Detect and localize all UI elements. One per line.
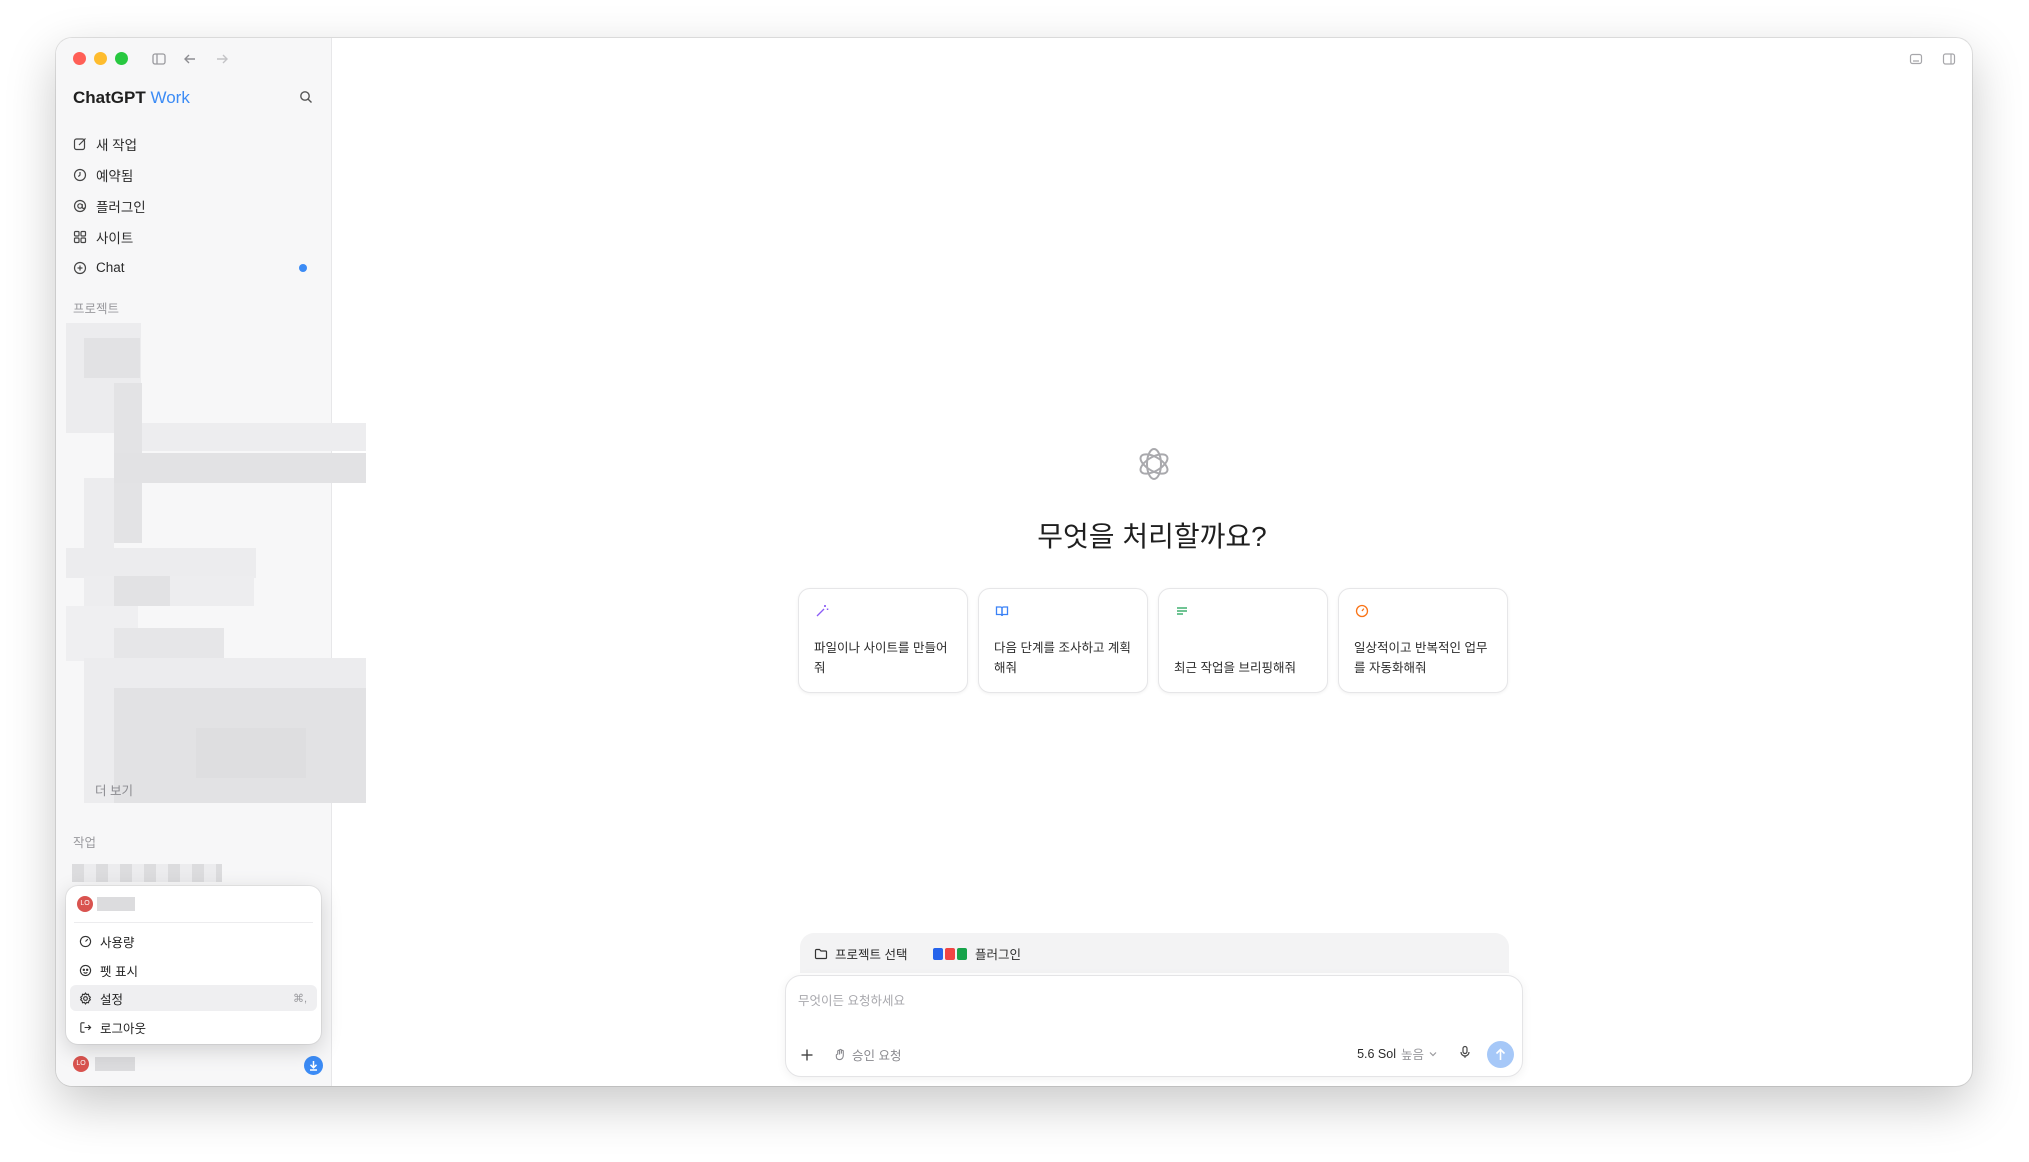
menu-item-usage[interactable]: 사용량: [70, 928, 317, 954]
account-name-obscured: [97, 897, 135, 911]
account-menu-header: LO: [77, 896, 135, 912]
sidebar-item-sites[interactable]: 사이트: [73, 221, 318, 252]
edit-icon: [73, 137, 86, 150]
chat-plus-icon: [73, 261, 87, 274]
terminal-panel-icon[interactable]: [1909, 52, 1923, 66]
plugin-docs-icon: [933, 947, 943, 960]
sidebar-item-new-task[interactable]: 새 작업: [73, 128, 318, 159]
plugins-button[interactable]: 플러그인: [933, 944, 1021, 963]
model-selector[interactable]: 5.6 Sol 높음: [1357, 1044, 1438, 1063]
sidebar-item-label: 플러그인: [96, 199, 146, 215]
chevron-down-icon: [1429, 1051, 1437, 1056]
microphone-icon: [1460, 1045, 1470, 1058]
logout-icon: [80, 1021, 92, 1033]
pet-icon: [79, 964, 92, 976]
grid-icon: [73, 230, 87, 243]
gear-icon: [79, 991, 92, 1005]
page-title: 무엇을 처리할까요?: [1037, 521, 1267, 552]
toggle-sidebar-icon[interactable]: [152, 52, 166, 66]
suggestion-card-research[interactable]: 다음 단계를 조사하고 계획해줘: [978, 588, 1148, 693]
brand-suffix: Work: [150, 88, 190, 107]
sidebar: ChatGPT Work 새 작업 예약됨 플러그인 사이트 Chat 프로젝트…: [56, 38, 366, 1086]
task-item-obscured[interactable]: [72, 864, 222, 882]
suggestion-card-create[interactable]: 파일이나 사이트를 만들어 줘: [798, 588, 968, 693]
sidebar-item-label: 예약됨: [96, 168, 134, 184]
gauge-icon: [79, 935, 92, 947]
effort-label: 높음: [1400, 1048, 1424, 1062]
list-icon: [1177, 607, 1187, 615]
openai-logo-icon: [1139, 448, 1169, 480]
approval-toggle[interactable]: 승인 요청: [834, 1045, 901, 1064]
suggestion-card-automate[interactable]: 일상적이고 반복적인 업무를 자동화해줘: [1338, 588, 1508, 693]
minimize-window-button[interactable]: [94, 52, 107, 65]
download-icon: [309, 1061, 318, 1071]
composer: 무엇이든 요청하세요 승인 요청 5.6 Sol 높음: [785, 975, 1523, 1077]
username-obscured: [95, 1057, 135, 1071]
app-window: ChatGPT Work 새 작업 예약됨 플러그인 사이트 Chat 프로젝트…: [56, 38, 1972, 1086]
suggestion-text: 일상적이고 반복적인 업무를 자동화해줘: [1354, 641, 1488, 675]
window-controls: [73, 52, 128, 65]
menu-item-settings[interactable]: 설정 ⌘,: [70, 985, 317, 1011]
search-icon[interactable]: [299, 90, 313, 104]
forward-arrow-icon[interactable]: [215, 52, 229, 66]
plugin-pdf-icon: [945, 947, 955, 960]
sidebar-item-plugins[interactable]: 플러그인: [73, 190, 318, 221]
account-bar[interactable]: LO: [56, 1042, 331, 1086]
back-arrow-icon[interactable]: [183, 52, 197, 66]
suggestion-text: 다음 단계를 조사하고 계획해줘: [994, 641, 1131, 675]
timer-icon: [1355, 604, 1369, 618]
magic-wand-icon: [816, 605, 829, 617]
side-panel-icon[interactable]: [1942, 52, 1956, 66]
sidebar-item-chat[interactable]: Chat: [73, 252, 318, 283]
project-select-button[interactable]: 프로젝트 선택: [814, 944, 907, 963]
menu-divider: [74, 922, 313, 923]
arrow-up-icon: [1495, 1048, 1506, 1060]
book-icon: [995, 606, 1009, 617]
app-brand: ChatGPT Work: [73, 88, 190, 108]
sidebar-item-label: 사이트: [96, 230, 134, 246]
keyboard-shortcut: ⌘,: [292, 992, 307, 1005]
avatar: LO: [77, 896, 93, 912]
suggestion-card-briefing[interactable]: 최근 작업을 브리핑해줘: [1158, 588, 1328, 693]
menu-item-label: 설정: [100, 992, 124, 1007]
suggestion-text: 최근 작업을 브리핑해줘: [1174, 661, 1296, 675]
menu-item-label: 사용량: [100, 935, 135, 950]
project-select-label: 프로젝트 선택: [835, 948, 908, 962]
voice-input-button[interactable]: [1458, 1045, 1472, 1064]
add-attachment-button[interactable]: [800, 1048, 814, 1064]
suggestion-text: 파일이나 사이트를 만들어 줘: [814, 641, 948, 675]
account-menu: LO 사용량 펫 표시 설정 ⌘, 로그아웃: [66, 886, 321, 1044]
prompt-input[interactable]: 무엇이든 요청하세요: [798, 990, 905, 1009]
maximize-window-button[interactable]: [115, 52, 128, 65]
show-more-link[interactable]: 더 보기: [95, 780, 133, 799]
sidebar-item-scheduled[interactable]: 예약됨: [73, 159, 318, 190]
tasks-section-label: 작업: [73, 836, 97, 850]
composer-context-bar: 프로젝트 선택 플러그인: [800, 933, 1509, 973]
sidebar-item-label: Chat: [96, 260, 125, 275]
approval-label: 승인 요청: [852, 1049, 902, 1063]
sidebar-nav: 새 작업 예약됨 플러그인 사이트 Chat: [73, 128, 318, 283]
hand-icon: [835, 1048, 844, 1061]
main-area: 무엇을 처리할까요? 파일이나 사이트를 만들어 줘 다음 단계를 조사하고 계…: [332, 38, 1972, 1086]
brand-name: ChatGPT: [73, 88, 146, 107]
plus-icon: [801, 1049, 813, 1061]
menu-item-label: 펫 표시: [100, 964, 138, 979]
send-button[interactable]: [1487, 1041, 1514, 1068]
menu-item-show-pet[interactable]: 펫 표시: [70, 957, 317, 983]
menu-item-label: 로그아웃: [100, 1021, 147, 1036]
download-button[interactable]: [304, 1056, 323, 1075]
projects-section-label: 프로젝트: [73, 302, 120, 316]
sidebar-item-label: 새 작업: [96, 137, 138, 153]
at-icon: [73, 199, 87, 212]
plugins-label: 플러그인: [975, 948, 1022, 962]
model-label: 5.6 Sol: [1357, 1046, 1396, 1061]
plugin-sheets-icon: [957, 947, 967, 960]
close-window-button[interactable]: [73, 52, 86, 65]
menu-item-logout[interactable]: 로그아웃: [70, 1014, 317, 1040]
unread-dot: [299, 263, 307, 272]
avatar: LO: [73, 1056, 89, 1072]
clock-icon: [73, 168, 87, 181]
folder-icon: [814, 948, 828, 959]
